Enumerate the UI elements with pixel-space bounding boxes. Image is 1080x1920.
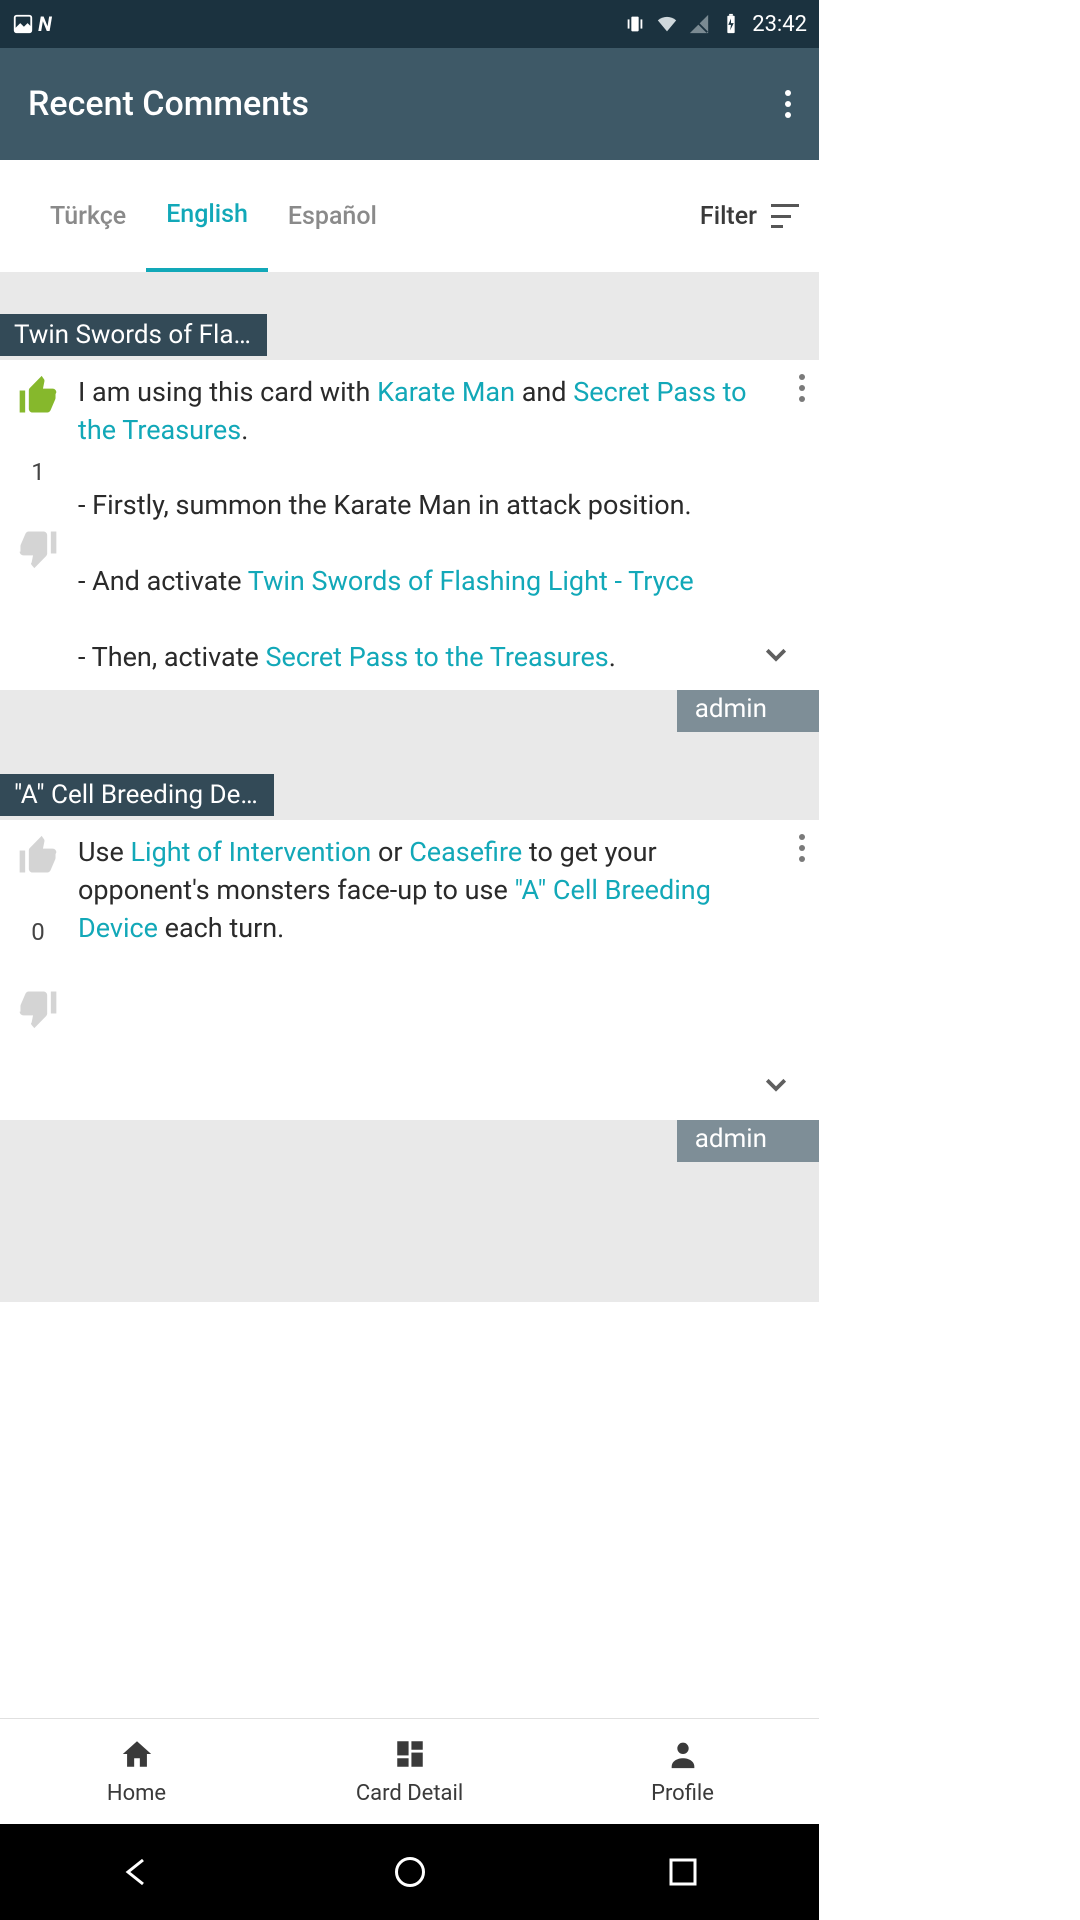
comment-text: each turn. [158,912,284,944]
chevron-down-icon[interactable] [761,1068,791,1108]
tab-turkce[interactable]: Türkçe [30,160,146,272]
page-title: Recent Comments [28,84,309,124]
author-strip: admin [0,690,819,732]
card-title-chip[interactable]: "A" Cell Breeding De… [0,774,274,816]
bottom-nav: Home Card Detail Profile [0,1718,819,1824]
tab-english[interactable]: English [146,160,268,272]
wifi-icon [656,13,678,35]
bottom-nav-card-detail[interactable]: Card Detail [273,1719,546,1824]
home-system-icon[interactable] [392,1854,428,1890]
bottom-nav-home[interactable]: Home [0,1719,273,1824]
app-bar: Recent Comments [0,48,819,160]
chevron-down-icon[interactable] [761,638,791,678]
thumbs-up-icon[interactable] [16,374,60,418]
dashboard-icon [393,1737,427,1777]
battery-charging-icon [720,13,742,35]
comment-menu-icon[interactable] [799,834,805,862]
author-tag: admin [677,690,819,732]
filter-button[interactable]: Filter [700,202,819,231]
comment-text: . [241,414,248,446]
link-twin-swords[interactable]: Twin Swords of Flashing Light - Tryce [248,565,694,597]
comment-text: I am using this card with [78,376,377,408]
filter-label: Filter [700,202,757,231]
comment-text: Use [78,836,130,868]
filter-icon [771,204,799,228]
app-n-icon: N [34,13,56,35]
comment-text: . [609,641,616,673]
status-bar: N 23:42 [0,0,819,48]
comment-text: - Firstly, summon the Karate Man in atta… [78,489,692,521]
link-ceasefire[interactable]: Ceasefire [409,836,522,868]
vibrate-icon [624,13,646,35]
gallery-icon [12,13,34,35]
thumbs-down-icon[interactable] [16,526,60,570]
author-strip: admin [0,1120,819,1162]
comment-item: 1 I am using this card with Karate Man a… [0,360,819,690]
recents-icon[interactable] [665,1854,701,1890]
comment-text: - Then, activate [78,641,265,673]
author-tag: admin [677,1120,819,1162]
card-title-chip[interactable]: Twin Swords of Fla… [0,314,267,356]
link-secret-pass-2[interactable]: Secret Pass to the Treasures [265,641,608,673]
bottom-nav-label: Profile [651,1781,714,1806]
overflow-menu-icon[interactable] [785,90,791,118]
comment-text: or [371,836,409,868]
comment-text: - And activate [78,565,248,597]
status-time: 23:42 [752,12,807,37]
vote-count: 0 [31,918,45,946]
link-karate-man[interactable]: Karate Man [377,376,515,408]
bottom-nav-label: Card Detail [356,1781,463,1806]
comment-text: and [515,376,573,408]
thumbs-up-icon[interactable] [16,834,60,878]
bottom-nav-label: Home [107,1781,166,1806]
vote-count: 1 [31,458,45,486]
link-light-of-intervention[interactable]: Light of Intervention [130,836,371,868]
tabs-row: Türkçe English Español Filter [0,160,819,272]
comment-body: I am using this card with Karate Man and… [66,374,809,676]
comment-body: Use Light of Intervention or Ceasefire t… [66,834,809,1106]
tab-espanol[interactable]: Español [268,160,397,272]
bottom-nav-profile[interactable]: Profile [546,1719,819,1824]
person-icon [666,1737,700,1777]
home-icon [120,1737,154,1777]
thumbs-down-icon[interactable] [16,986,60,1030]
comment-item: 0 Use Light of Intervention or Ceasefire… [0,820,819,1120]
no-signal-icon [688,13,710,35]
system-nav-bar [0,1824,819,1920]
back-icon[interactable] [119,1854,155,1890]
comment-menu-icon[interactable] [799,374,805,402]
